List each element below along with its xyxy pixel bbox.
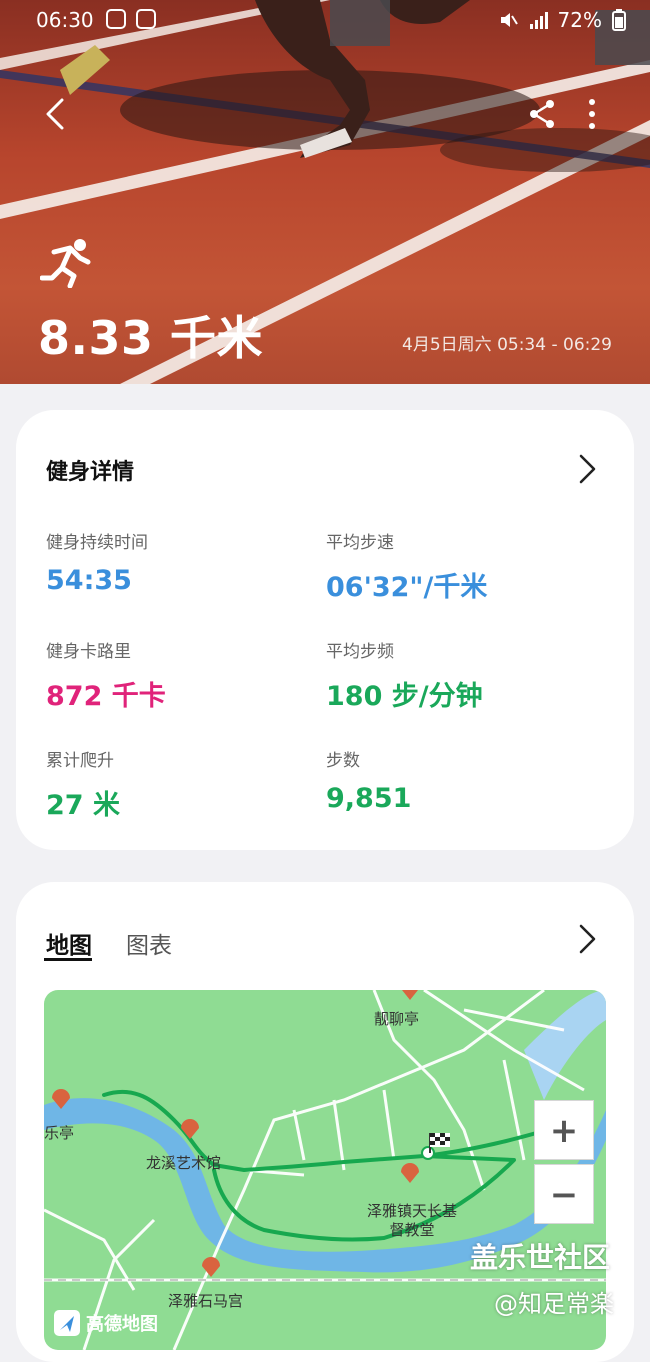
total-distance: 8.33 千米 [38, 311, 264, 365]
poi-label-pavilion: 靓聊亭 [374, 1010, 420, 1028]
stat-cadence: 平均步频 180 步/分钟 [326, 637, 483, 713]
status-bar: 06:30 72% [36, 6, 626, 34]
stat-avg-pace: 平均步速 06'32"/千米 [326, 528, 487, 604]
poi-label-temple: 泽雅石马宫 [168, 1292, 244, 1310]
signal-icon [529, 12, 548, 29]
zoom-in-label: + [549, 1111, 579, 1151]
details-chevron-right-icon[interactable] [576, 452, 598, 486]
stat-label: 累计爬升 [46, 751, 114, 771]
stat-value: 06'32"/千米 [326, 572, 488, 603]
tab-map[interactable]: 地图 [46, 926, 92, 960]
stat-value: 54:35 [46, 565, 132, 596]
active-tab-indicator [44, 958, 92, 961]
stat-label: 平均步频 [326, 642, 394, 662]
notification-icon [106, 9, 126, 29]
stat-label: 平均步速 [326, 533, 394, 553]
stat-calories: 健身卡路里 872 千卡 [46, 637, 166, 713]
back-arrow-icon[interactable] [38, 92, 78, 136]
stat-elevation-gain: 累计爬升 27 米 [46, 746, 120, 822]
details-title: 健身详情 [46, 460, 135, 485]
stat-value: 180 步/分钟 [326, 681, 483, 712]
workout-details-card: 健身详情 健身持续时间 54:35 平均步速 06'32"/千米 健身卡路里 8… [16, 410, 634, 850]
amap-logo-icon [54, 1310, 80, 1336]
app-notification-icon [136, 9, 156, 29]
share-icon[interactable] [526, 98, 558, 130]
zoom-in-button[interactable]: + [534, 1100, 594, 1160]
stat-duration: 健身持续时间 54:35 [46, 528, 148, 596]
watermark-author: @知足常楽 [494, 1290, 614, 1318]
status-time: 06:30 [36, 8, 94, 32]
stat-label: 步数 [326, 751, 360, 771]
stat-value: 9,851 [326, 783, 412, 814]
stat-label: 健身卡路里 [46, 642, 131, 662]
stat-steps: 步数 9,851 [326, 746, 411, 814]
tab-chart[interactable]: 图表 [126, 926, 172, 960]
battery-percent: 72% [557, 8, 602, 32]
map-provider-logo: 高德地图 [54, 1310, 158, 1336]
workout-datetime: 4月5日周六 05:34 - 06:29 [402, 335, 612, 355]
map-chevron-right-icon[interactable] [576, 922, 598, 956]
mute-icon [500, 13, 518, 27]
stat-value: 872 千卡 [46, 681, 166, 712]
poi-label-church: 泽雅镇天长基督教堂 [366, 1202, 457, 1239]
running-icon [40, 239, 91, 288]
battery-icon [612, 9, 626, 31]
zoom-out-button[interactable]: − [534, 1164, 594, 1224]
poi-label-le-ting: 乐亭 [44, 1124, 75, 1142]
map-provider-name: 高德地图 [86, 1314, 158, 1335]
zoom-out-label: − [549, 1175, 579, 1215]
stat-label: 健身持续时间 [46, 533, 148, 553]
watermark-community: 盖乐世社区 [470, 1241, 611, 1274]
stat-value: 27 米 [46, 790, 120, 821]
more-options-icon[interactable] [580, 96, 604, 132]
poi-label-art-hall: 龙溪艺术馆 [146, 1154, 222, 1172]
workout-hero: 06:30 72% 8.33 千米 4月5日周六 05:34 - 06:29 [0, 0, 650, 384]
